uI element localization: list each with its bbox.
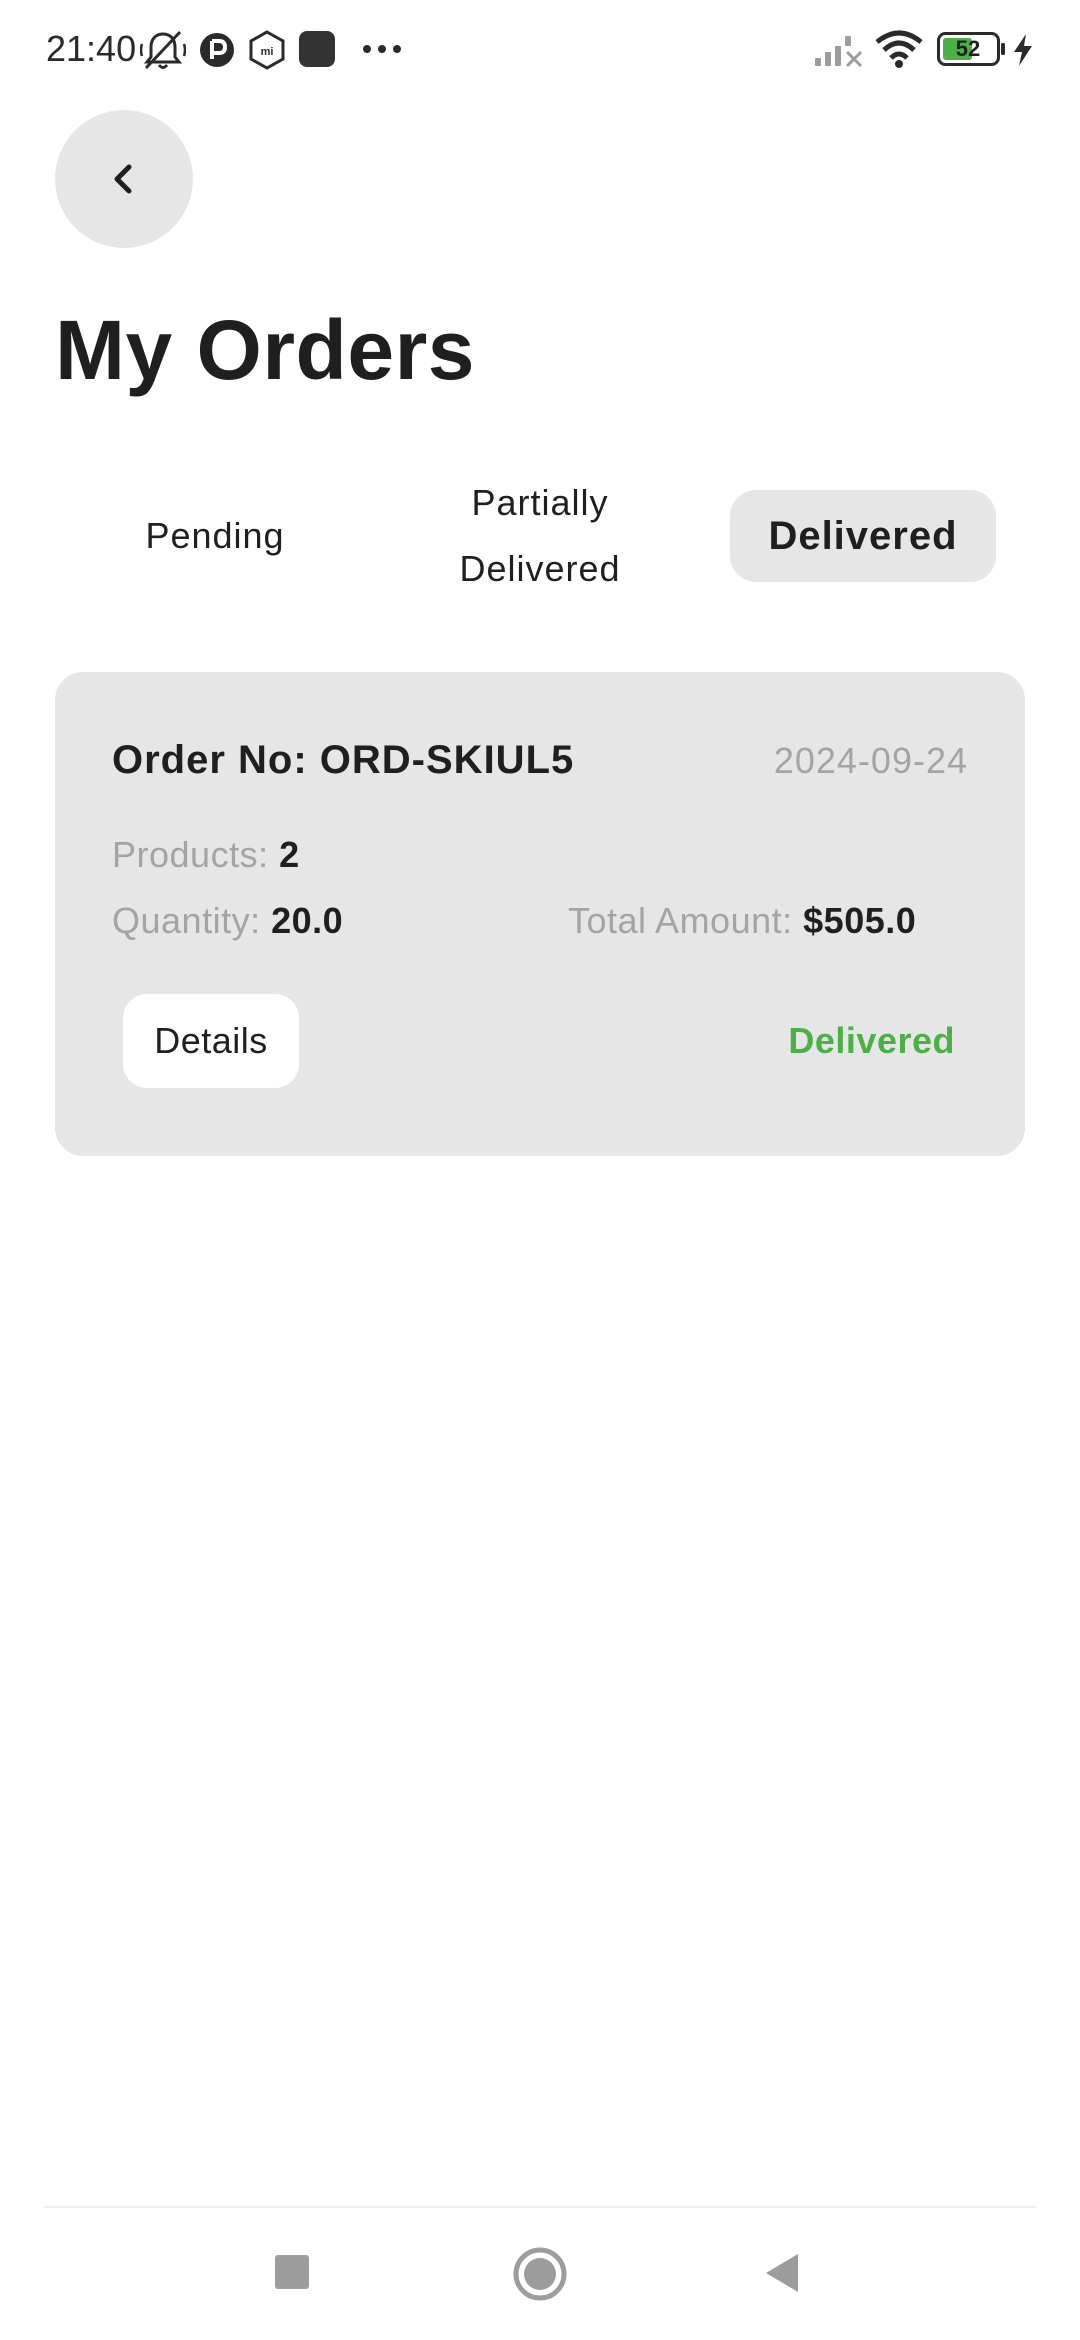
svg-text:mi: mi (261, 46, 274, 58)
tab-pending[interactable]: Pending (95, 490, 335, 582)
total-amount-value: $505.0 (803, 900, 917, 941)
square-app-icon (299, 31, 335, 67)
quantity: Quantity: 20.0 (112, 900, 343, 942)
mi-icon: mi (249, 30, 285, 70)
order-card: Order No: ORD-SKIUL5 2024-09-24 Products… (55, 672, 1025, 1156)
tab-delivered[interactable]: Delivered (730, 490, 996, 582)
order-date: 2024-09-24 (773, 740, 968, 781)
home-icon[interactable] (512, 2246, 568, 2302)
total-amount: Total Amount: $505.0 (568, 900, 916, 942)
back-button[interactable] (55, 110, 193, 248)
products-count: Products: 2 (112, 834, 300, 876)
quantity-label: Quantity: (112, 900, 261, 941)
battery-level: 52 (955, 36, 981, 61)
tab-partially-delivered[interactable]: Partially Delivered (400, 468, 680, 604)
order-status-badge: Delivered (788, 1020, 955, 1061)
charging-icon (1014, 34, 1032, 66)
app-icon (200, 33, 234, 67)
products-label: Products: (112, 834, 269, 875)
quantity-value: 20.0 (271, 900, 344, 941)
signal-icon (815, 36, 863, 68)
chevron-left-icon (114, 164, 132, 194)
nav-divider (44, 2206, 1036, 2208)
products-value: 2 (279, 834, 300, 875)
page-title: My Orders (55, 303, 475, 397)
order-number: Order No: ORD-SKIUL5 (112, 738, 575, 782)
back-triangle-icon[interactable] (762, 2252, 802, 2294)
more-dots-icon (363, 45, 401, 53)
status-time: 21:40 (46, 28, 137, 69)
battery-icon: 52 (937, 32, 1005, 66)
my-orders-screen: 21:40 mi 52 My Orders Pending Partially … (0, 0, 1080, 2340)
total-amount-label: Total Amount: (568, 900, 793, 941)
details-button[interactable]: Details (123, 994, 299, 1088)
wifi-icon (875, 30, 923, 68)
status-bar: 21:40 mi 52 (0, 0, 1080, 96)
recents-icon[interactable] (272, 2252, 312, 2292)
mute-icon (140, 30, 186, 70)
